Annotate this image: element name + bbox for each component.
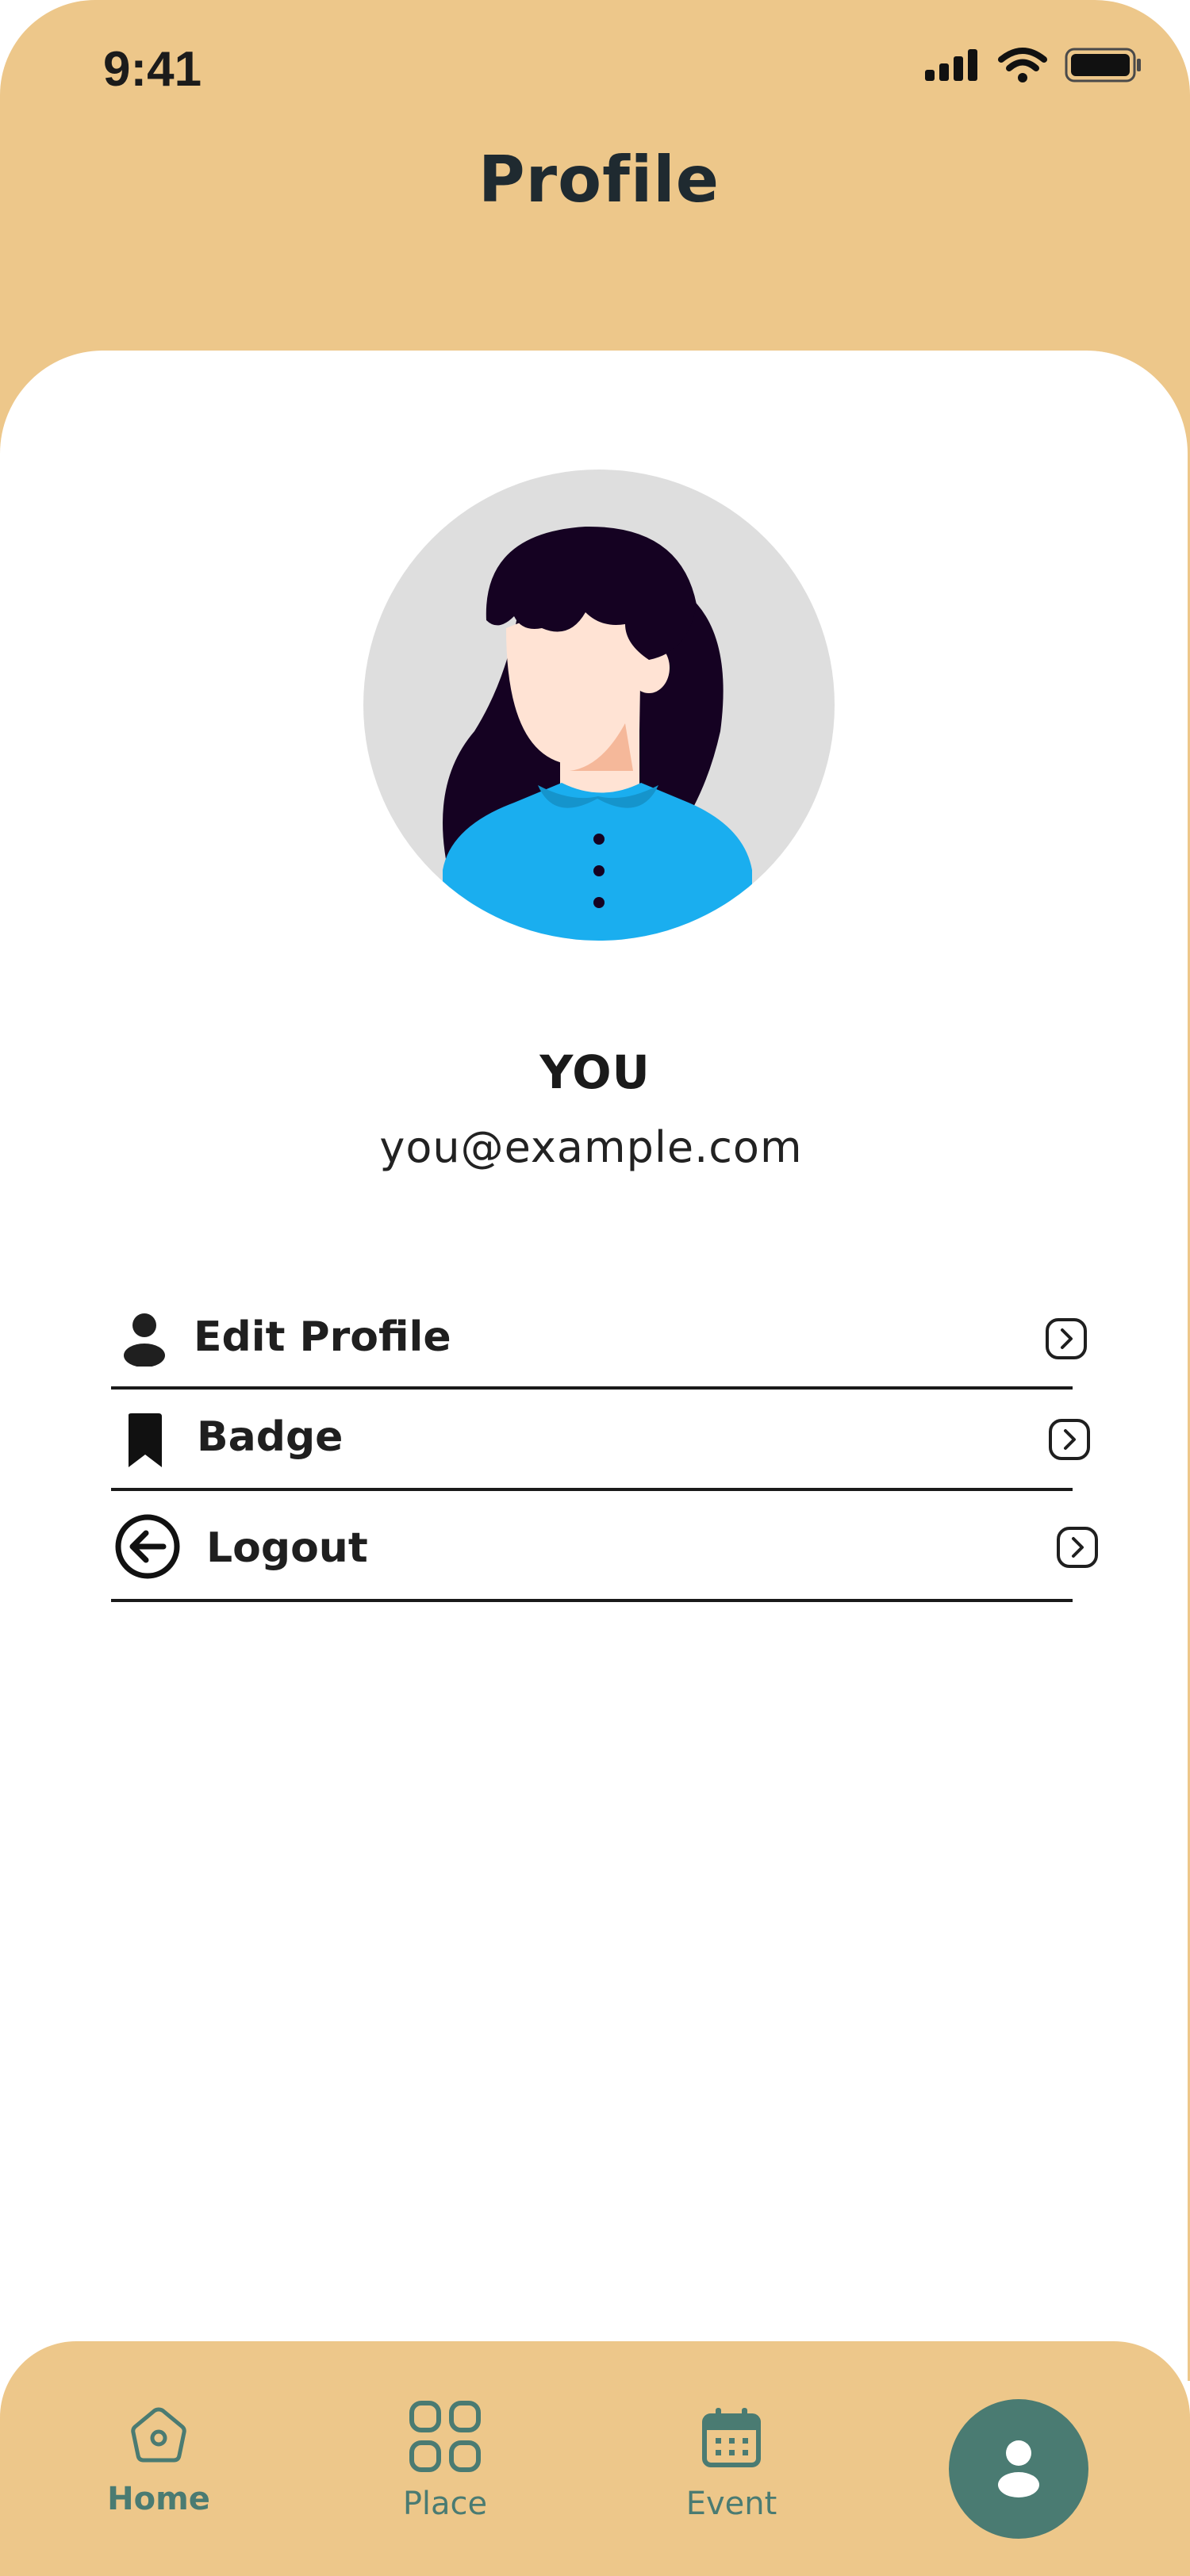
nav-item-event[interactable]: Event bbox=[652, 2341, 811, 2576]
phone-screen: 9:41 Profile YOU you@example.com Edit Pr… bbox=[0, 0, 1190, 2576]
nav-item-home[interactable]: Home bbox=[79, 2341, 238, 2576]
nav-label-place: Place bbox=[402, 2486, 488, 2522]
nav-label-home: Home bbox=[107, 2481, 210, 2517]
menu-item-logout[interactable]: Logout bbox=[111, 1491, 1098, 1602]
chevron-right-icon[interactable] bbox=[1046, 1318, 1087, 1359]
battery-icon bbox=[1065, 48, 1141, 82]
home-icon bbox=[131, 2407, 186, 2463]
arrow-left-circle-icon bbox=[115, 1514, 180, 1579]
bookmark-icon bbox=[129, 1413, 162, 1467]
user-name: YOU bbox=[539, 1045, 651, 1099]
menu-item-label: Edit Profile bbox=[194, 1313, 451, 1361]
calendar-icon bbox=[702, 2408, 761, 2467]
wifi-icon bbox=[998, 48, 1047, 82]
avatar bbox=[363, 470, 835, 941]
status-bar: 9:41 bbox=[0, 0, 1190, 143]
nav-item-profile[interactable] bbox=[949, 2399, 1088, 2539]
page-title: Profile bbox=[478, 143, 720, 217]
user-email: you@example.com bbox=[379, 1122, 803, 1172]
person-icon bbox=[998, 2440, 1039, 2497]
nav-item-place[interactable]: Place bbox=[366, 2341, 524, 2576]
signal-icon bbox=[925, 49, 977, 81]
menu-item-badge[interactable]: Badge bbox=[111, 1390, 1090, 1491]
menu-item-label: Badge bbox=[197, 1413, 344, 1461]
grid-icon bbox=[409, 2401, 481, 2472]
nav-label-event: Event bbox=[685, 2486, 777, 2522]
menu-item-edit-profile[interactable]: Edit Profile bbox=[111, 1293, 1087, 1390]
status-time: 9:41 bbox=[103, 42, 202, 97]
chevron-right-icon[interactable] bbox=[1049, 1419, 1090, 1460]
menu-item-label: Logout bbox=[206, 1524, 368, 1572]
chevron-right-icon[interactable] bbox=[1057, 1527, 1098, 1568]
status-icons bbox=[923, 46, 1142, 84]
person-icon bbox=[124, 1313, 165, 1367]
